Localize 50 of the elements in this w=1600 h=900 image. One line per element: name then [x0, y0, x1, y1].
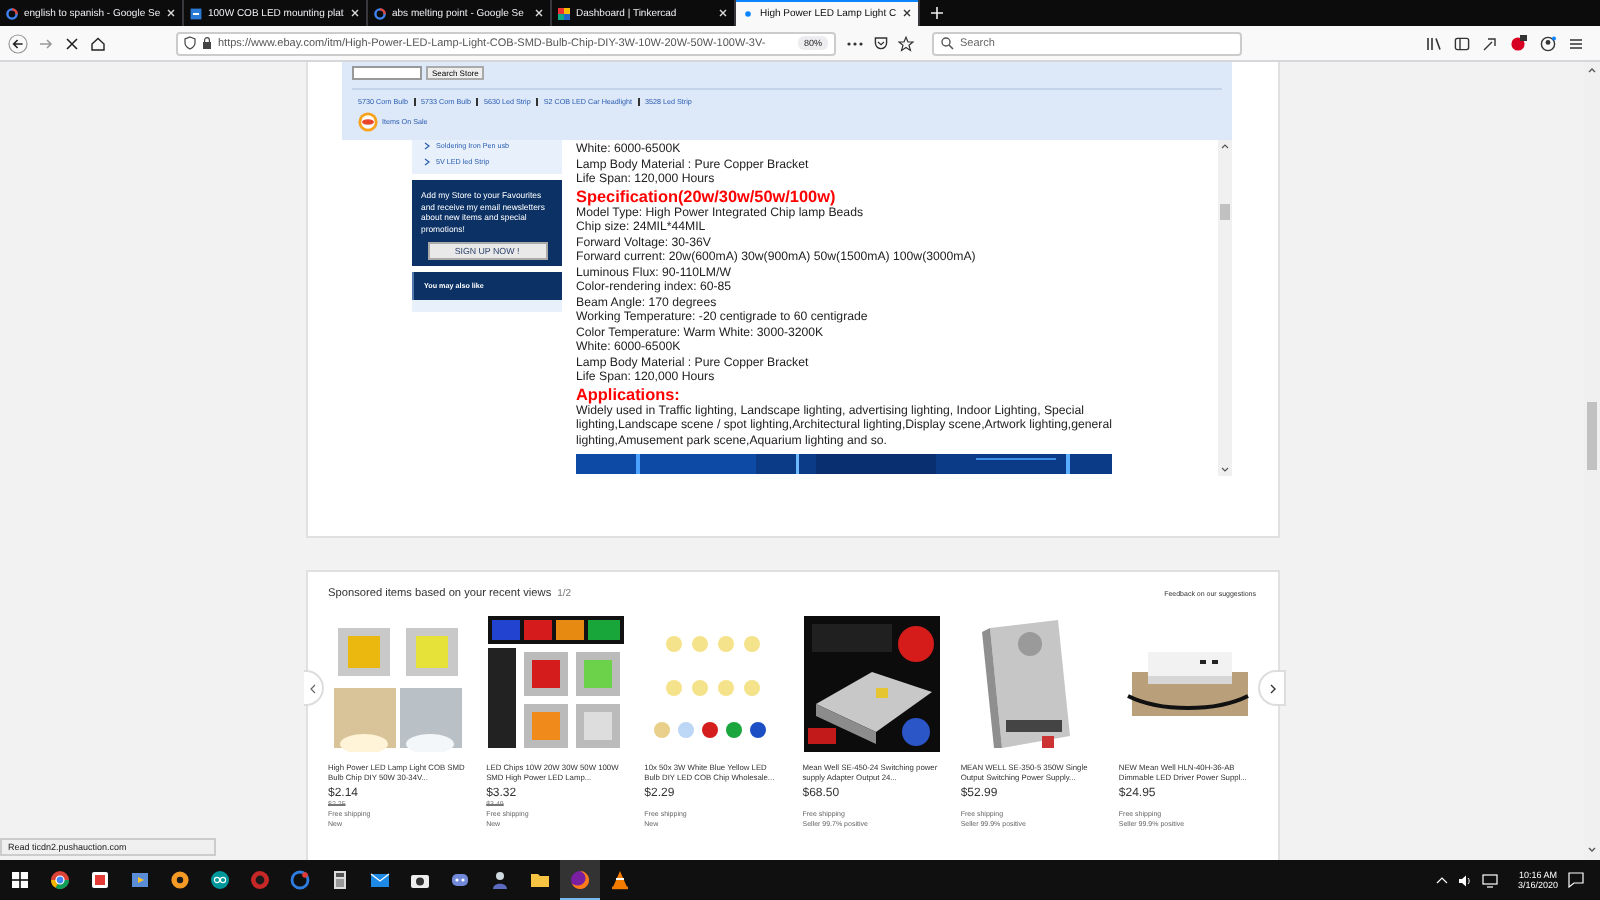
pocket-icon[interactable]	[874, 36, 888, 50]
menu-icon[interactable]	[1568, 35, 1584, 51]
close-icon[interactable]	[64, 35, 80, 51]
sidebar-icon[interactable]	[1454, 35, 1470, 51]
library-icon[interactable]	[1426, 35, 1442, 51]
sale-badge-icon[interactable]	[358, 112, 378, 132]
play-icon[interactable]	[130, 870, 150, 890]
cone-icon[interactable]	[610, 870, 630, 890]
forward-icon[interactable]	[38, 35, 54, 51]
section-heading: Specification(20w/30w/50w/100w)	[576, 187, 838, 205]
chevron-icon	[310, 683, 316, 693]
figure-icon[interactable]	[490, 870, 510, 890]
ring-icon[interactable]	[50, 870, 70, 890]
speaker-icon[interactable]	[1457, 873, 1472, 887]
more-icon[interactable]	[846, 39, 864, 47]
controller-icon[interactable]	[450, 870, 470, 890]
plus-icon[interactable]	[930, 6, 944, 20]
next-button[interactable]	[1258, 670, 1286, 706]
shield-icon[interactable]	[184, 36, 196, 50]
notification-icon[interactable]	[1568, 872, 1584, 888]
camera-icon[interactable]	[410, 870, 430, 890]
search-field[interactable]	[352, 65, 422, 79]
account-icon[interactable]	[1540, 35, 1556, 51]
infinity-icon[interactable]	[210, 870, 230, 890]
close-icon[interactable]	[902, 8, 913, 18]
arrow-icon[interactable]	[1482, 35, 1498, 51]
circle-icon[interactable]	[290, 870, 310, 890]
chevron-icon	[1269, 683, 1275, 693]
scrollbar[interactable]	[1218, 140, 1232, 476]
folder-icon[interactable]	[530, 870, 550, 890]
monitor-icon[interactable]	[1481, 873, 1498, 887]
grid-icon	[558, 7, 570, 19]
search-icon	[940, 36, 954, 50]
lock-icon[interactable]	[202, 36, 212, 50]
scrollbar[interactable]	[1584, 62, 1600, 860]
back-icon[interactable]	[8, 33, 28, 53]
windows-icon[interactable]	[10, 870, 30, 890]
ring-icon	[6, 7, 18, 19]
ring-icon	[374, 7, 386, 19]
caret-icon[interactable]	[1435, 876, 1448, 884]
section-heading: Applications:	[576, 385, 682, 403]
calculator-icon[interactable]	[330, 870, 350, 890]
dot-icon	[742, 7, 754, 19]
square-icon[interactable]	[90, 870, 110, 890]
home-icon[interactable]	[90, 35, 106, 51]
extension-icon[interactable]	[1510, 34, 1528, 52]
star-icon[interactable]	[898, 35, 914, 51]
mail-icon[interactable]	[370, 870, 390, 890]
circle-icon[interactable]	[250, 870, 270, 890]
square-icon	[190, 7, 202, 19]
